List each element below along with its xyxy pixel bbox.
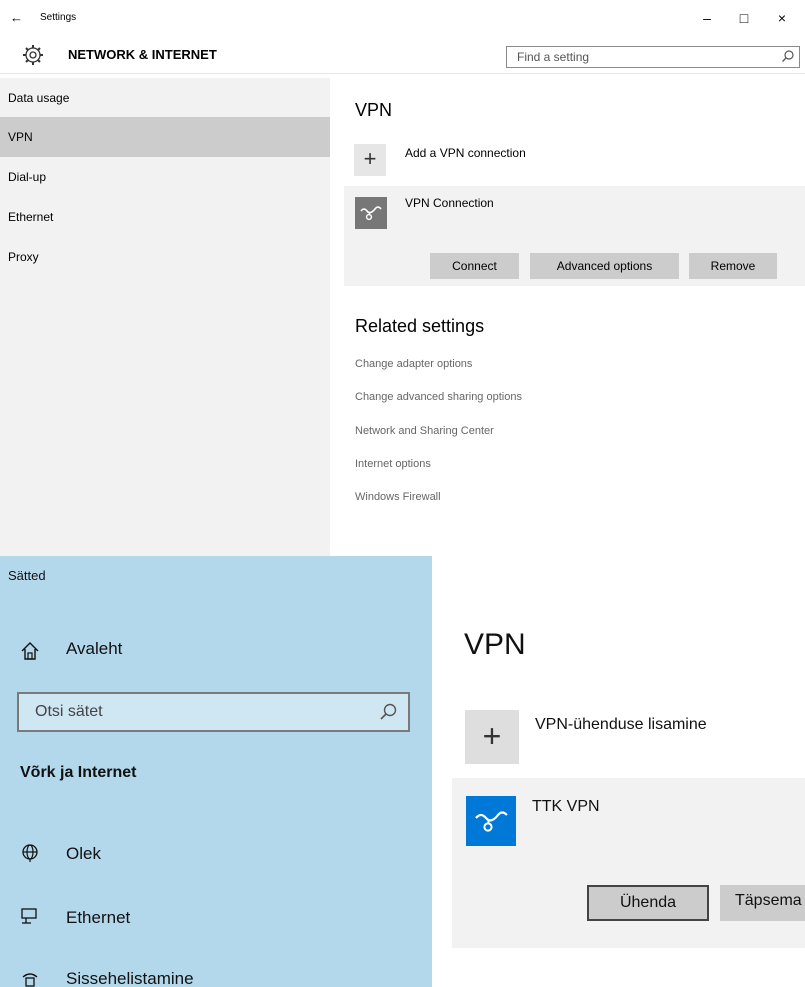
sidebar-estonian: Sätted Avaleht Otsi sätet Võrk ja Intern… bbox=[0, 556, 432, 987]
vpn-icon bbox=[355, 197, 387, 229]
close-button[interactable]: × bbox=[772, 10, 792, 26]
section-title-estonian: VPN bbox=[464, 628, 526, 661]
link-internet-options[interactable]: Internet options bbox=[355, 458, 431, 470]
link-change-advanced-sharing[interactable]: Change advanced sharing options bbox=[355, 391, 522, 403]
search-input[interactable]: Find a setting bbox=[506, 46, 800, 68]
nav-sissehelistamine[interactable]: Sissehelistamine bbox=[66, 969, 194, 987]
add-icon[interactable]: + bbox=[354, 144, 386, 176]
add-vpn-link-estonian[interactable]: VPN-ühenduse lisamine bbox=[535, 716, 707, 734]
main-content: VPN + Add a VPN connection VPN Connectio… bbox=[330, 78, 805, 556]
dial-up-icon bbox=[20, 969, 40, 987]
title-bar: ← Settings – □ × bbox=[0, 0, 805, 38]
vpn-icon bbox=[466, 796, 516, 846]
nav-olek[interactable]: Olek bbox=[66, 844, 101, 864]
connect-button[interactable]: Connect bbox=[430, 253, 519, 279]
search-placeholder: Find a setting bbox=[517, 50, 590, 64]
nav-ethernet[interactable]: Ethernet bbox=[66, 908, 130, 928]
remove-button[interactable]: Remove bbox=[689, 253, 777, 279]
link-windows-firewall[interactable]: Windows Firewall bbox=[355, 491, 441, 503]
vpn-connection-card-estonian[interactable]: TTK VPN Ühenda Täpsema bbox=[452, 778, 805, 948]
page-title: NETWORK & INTERNET bbox=[68, 47, 217, 62]
link-change-adapter-options[interactable]: Change adapter options bbox=[355, 358, 472, 370]
sidebar-item-data-usage[interactable]: Data usage bbox=[0, 78, 330, 118]
search-input-estonian[interactable]: Otsi sätet bbox=[17, 692, 410, 732]
globe-icon bbox=[20, 842, 40, 867]
ethernet-icon bbox=[20, 906, 40, 931]
settings-window-estonian: Sätted Avaleht Otsi sätet Võrk ja Intern… bbox=[0, 556, 805, 987]
back-arrow-icon[interactable]: ← bbox=[10, 10, 23, 25]
main-content-estonian: VPN + VPN-ühenduse lisamine TTK VPN Ühen… bbox=[432, 556, 805, 987]
sidebar-item-ethernet[interactable]: Ethernet bbox=[0, 197, 330, 237]
sidebar-item-vpn[interactable]: VPN bbox=[0, 117, 330, 157]
app-title: Sätted bbox=[8, 568, 46, 583]
search-icon bbox=[378, 702, 398, 727]
add-vpn-connection-link[interactable]: Add a VPN connection bbox=[405, 146, 526, 160]
link-network-sharing-center[interactable]: Network and Sharing Center bbox=[355, 425, 494, 437]
sidebar: Data usage VPN Dial-up Ethernet Proxy bbox=[0, 78, 330, 556]
section-heading: Võrk ja Internet bbox=[20, 764, 137, 781]
vpn-connection-name: VPN Connection bbox=[405, 196, 494, 210]
page-header: NETWORK & INTERNET Find a setting bbox=[0, 38, 805, 74]
search-placeholder-estonian: Otsi sätet bbox=[35, 703, 103, 720]
section-title: VPN bbox=[355, 100, 393, 120]
vpn-connection-card[interactable]: VPN Connection Connect Advanced options … bbox=[344, 186, 805, 286]
advanced-options-button-estonian[interactable]: Täpsema bbox=[720, 885, 805, 921]
minimize-button[interactable]: – bbox=[697, 10, 717, 26]
home-icon bbox=[20, 641, 40, 666]
nav-home[interactable]: Avaleht bbox=[66, 639, 122, 659]
vpn-connection-name-estonian: TTK VPN bbox=[532, 798, 600, 815]
gear-icon bbox=[22, 44, 44, 71]
related-settings-title: Related settings bbox=[355, 316, 485, 336]
sidebar-item-dial-up[interactable]: Dial-up bbox=[0, 157, 330, 197]
add-icon[interactable]: + bbox=[465, 710, 519, 764]
connect-button-estonian[interactable]: Ühenda bbox=[587, 885, 709, 921]
sidebar-item-proxy[interactable]: Proxy bbox=[0, 237, 330, 277]
settings-window-english: ← Settings – □ × NETWORK & INTERNET Find… bbox=[0, 0, 805, 556]
window-title: Settings bbox=[40, 12, 77, 23]
advanced-options-button[interactable]: Advanced options bbox=[530, 253, 679, 279]
search-icon bbox=[781, 49, 795, 68]
maximize-button[interactable]: □ bbox=[734, 10, 754, 26]
